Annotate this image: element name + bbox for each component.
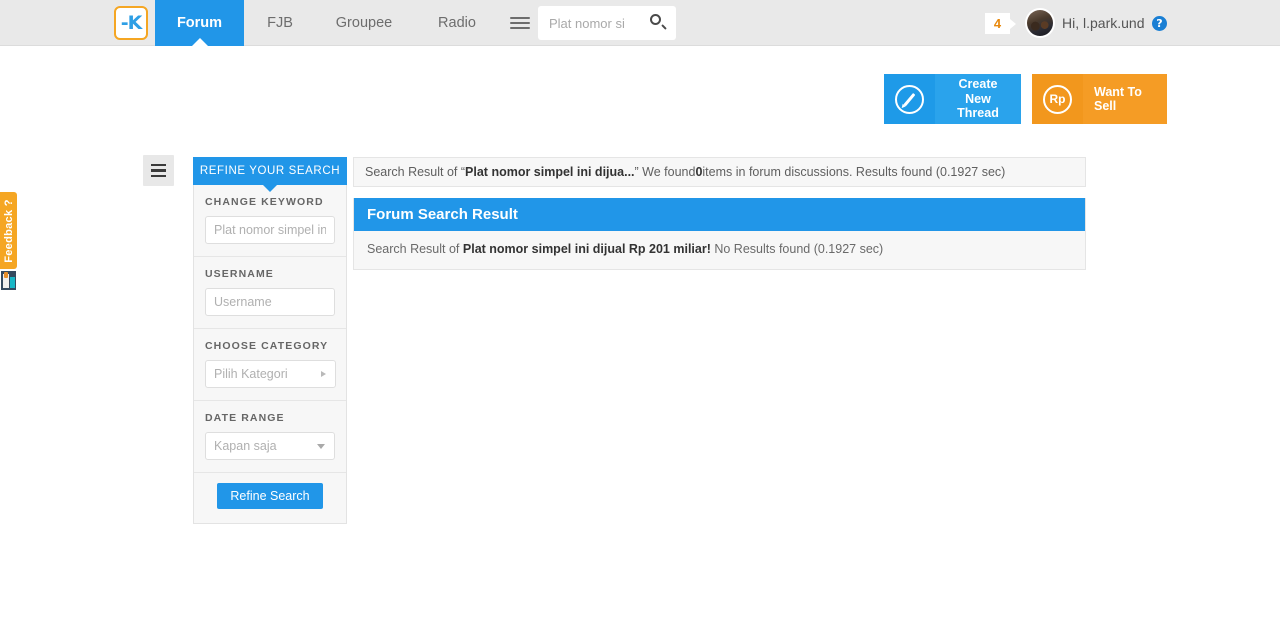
filter-label-username: USERNAME [205, 268, 274, 280]
search-summary-suffix: items in forum discussions. Results foun… [702, 165, 1006, 179]
forum-search-result-title: Forum Search Result [354, 198, 1085, 231]
result-detail-suffix: No Results found (0.1927 sec) [710, 242, 884, 256]
hamburger-bar [151, 174, 166, 178]
filter-label-change-keyword: CHANGE KEYWORD [205, 196, 324, 208]
nav-tab-forum[interactable]: Forum [155, 0, 244, 46]
search-icon-handle [661, 24, 667, 30]
search-summary-middle: ” We found [634, 165, 696, 179]
chevron-down-icon [317, 444, 325, 449]
forum-search-result-panel: Forum Search Result Search Result of Pla… [353, 198, 1086, 270]
kaskus-logo[interactable]: -K [114, 6, 148, 40]
create-new-thread-label: Create New Thread [935, 74, 1021, 124]
notification-badge[interactable]: 4 [985, 13, 1016, 34]
avatar-image [1027, 10, 1053, 36]
nav-tab-forum-label: Forum [176, 15, 223, 31]
nav-tab-radio[interactable]: Radio [412, 0, 502, 46]
header-search [538, 6, 676, 40]
refine-search-header[interactable]: REFINE YOUR SEARCH [193, 157, 347, 192]
feedback-tab-label: Feedback ? [2, 198, 15, 263]
search-input[interactable] [538, 6, 642, 40]
refine-search-button[interactable]: Refine Search [217, 483, 323, 509]
filter-label-date-range: DATE RANGE [205, 412, 285, 424]
nav-tab-fjb[interactable]: FJB [244, 0, 316, 46]
rupiah-glyph: Rp [1049, 92, 1066, 106]
filter-label-choose-category: CHOOSE CATEGORY [205, 340, 329, 352]
filter-group-choose-category: CHOOSE CATEGORY Pilih Kategori [194, 329, 346, 401]
refine-search-body: CHANGE KEYWORD USERNAME CHOOSE CATEGORY … [193, 185, 347, 524]
forum-search-result-detail: Search Result of Plat nomor simpel ini d… [354, 231, 1085, 269]
nav-tab-radio-label: Radio [438, 15, 476, 31]
search-summary-count: 0 [695, 165, 703, 179]
choose-category-select[interactable]: Pilih Kategori [205, 360, 336, 388]
rupiah-circle-icon: Rp [1032, 74, 1083, 124]
username-input[interactable] [205, 288, 335, 316]
hamburger-bar [510, 17, 530, 19]
avatar[interactable] [1025, 8, 1055, 38]
hamburger-bar [510, 27, 530, 29]
pencil-circle-outline [895, 84, 924, 114]
date-range-select[interactable]: Kapan saja [205, 432, 335, 460]
date-range-value: Kapan saja [214, 439, 277, 453]
search-summary-bar: Search Result of “Plat nomor simpel ini … [353, 157, 1086, 187]
refine-search-panel: REFINE YOUR SEARCH CHANGE KEYWORD USERNA… [193, 157, 347, 524]
refine-search-header-label: REFINE YOUR SEARCH [199, 165, 341, 177]
result-detail-prefix: Search Result of [367, 242, 463, 256]
result-detail-query: Plat nomor simpel ini dijual Rp 201 mili… [462, 242, 711, 256]
hamburger-icon[interactable] [510, 11, 534, 35]
pencil-circle-icon [884, 74, 935, 124]
feedback-tab[interactable]: Feedback ? [0, 192, 17, 269]
create-new-thread-button[interactable]: Create New Thread [884, 74, 1021, 124]
site-header: -K Forum FJB Groupee Radio 4 Hi, l.park.… [0, 0, 1280, 46]
want-to-sell-button[interactable]: Rp Want To Sell [1032, 74, 1167, 124]
rupiah-circle-outline: Rp [1043, 84, 1072, 114]
want-to-sell-label: Want To Sell [1083, 74, 1167, 124]
search-icon[interactable] [648, 13, 668, 33]
side-thumbnail-shape [4, 272, 8, 278]
chevron-right-icon [321, 370, 326, 377]
user-greeting[interactable]: Hi, l.park.und [1062, 15, 1144, 31]
question-mark-icon[interactable]: ? [1152, 16, 1167, 31]
nav-tab-groupee[interactable]: Groupee [316, 0, 412, 46]
notification-count: 4 [993, 16, 1002, 31]
filter-group-date-range: DATE RANGE Kapan saja [194, 401, 346, 473]
choose-category-value: Pilih Kategori [214, 367, 288, 381]
filter-group-change-keyword: CHANGE KEYWORD [194, 185, 346, 257]
change-keyword-input[interactable] [205, 216, 335, 244]
nav-tab-fjb-label: FJB [267, 15, 293, 31]
filter-group-username: USERNAME [194, 257, 346, 329]
nav-tab-groupee-label: Groupee [335, 15, 393, 31]
pencil-glyph [903, 92, 916, 106]
hamburger-bar [151, 163, 166, 167]
sidebar-toggle-button[interactable] [143, 155, 174, 186]
hamburger-bar [151, 169, 166, 172]
search-summary-query: Plat nomor simpel ini dijua... [465, 165, 635, 179]
search-icon-lens [650, 14, 661, 25]
refine-search-actions: Refine Search [194, 473, 346, 523]
side-thumbnail-widget[interactable] [1, 271, 16, 290]
search-summary-prefix: Search Result of “ [365, 165, 466, 179]
logo-k-glyph: -K [120, 11, 143, 34]
side-thumbnail-shape [10, 277, 15, 288]
hamburger-bar [510, 22, 530, 24]
